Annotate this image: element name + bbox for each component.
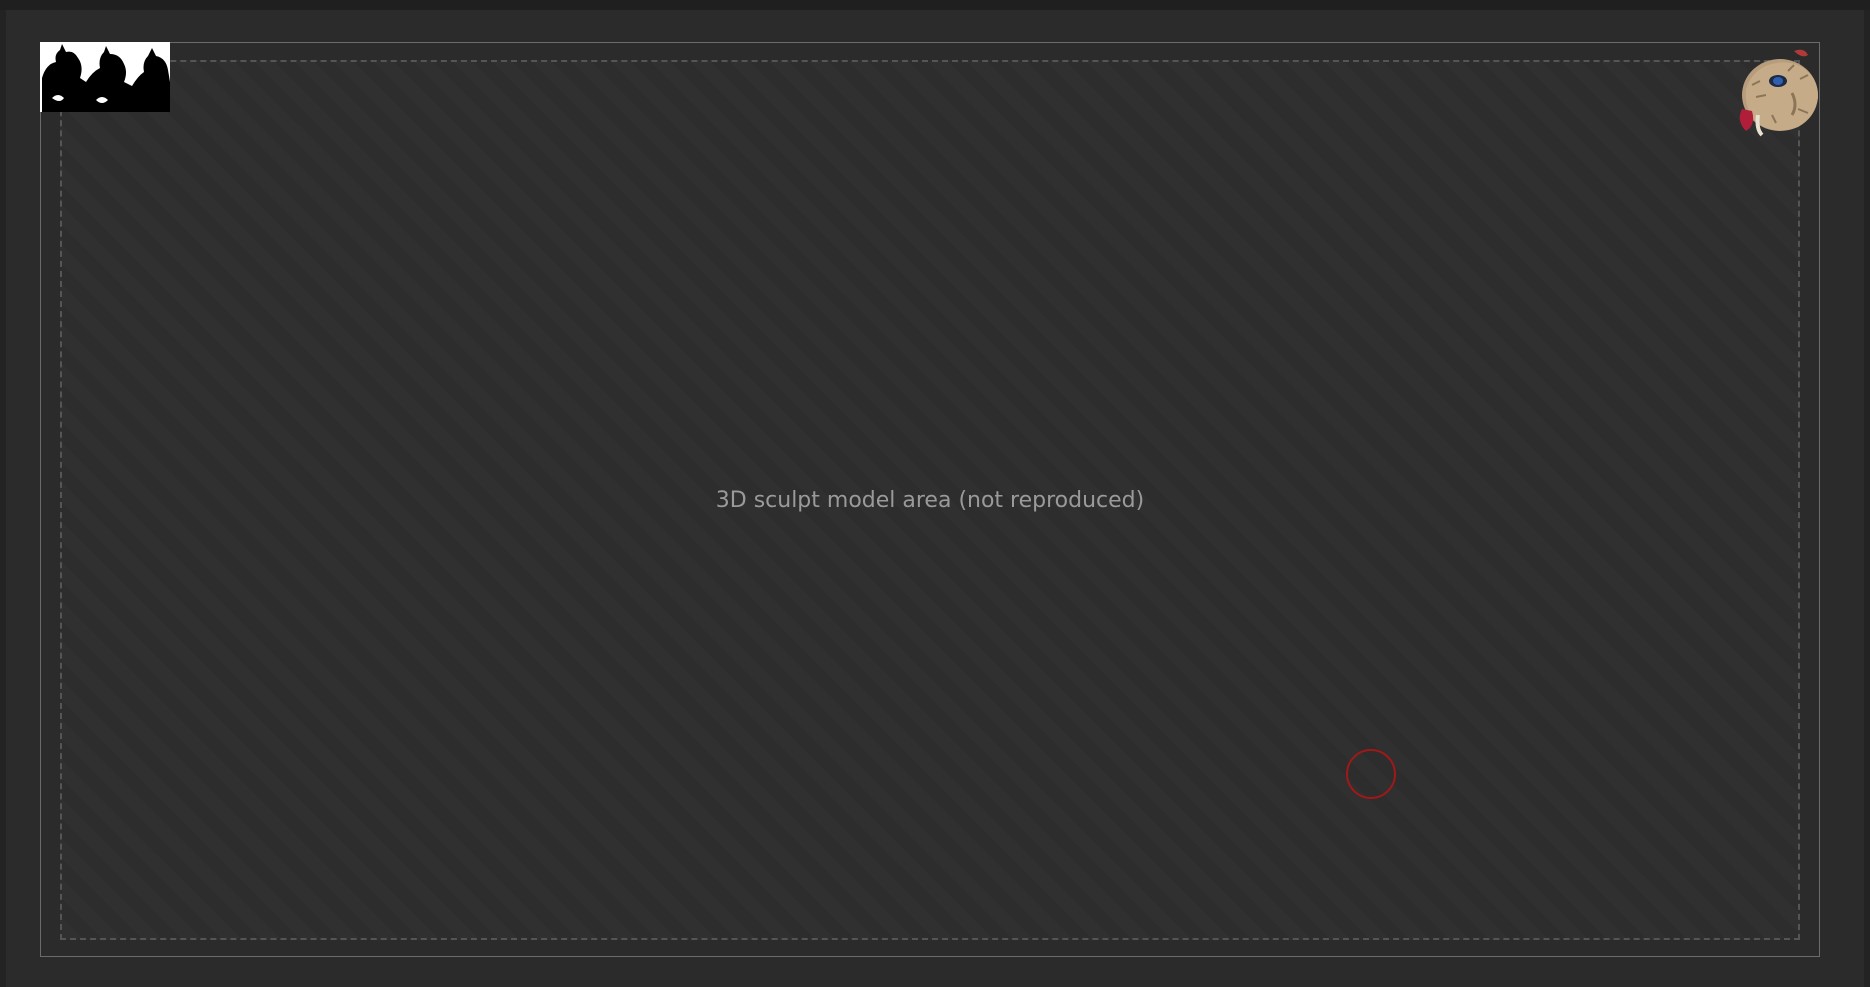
right-edge-bar: [1864, 10, 1870, 987]
top-edge-bar: [0, 0, 1870, 10]
brush-cursor-icon: [1346, 749, 1396, 799]
frame-guide: [40, 42, 1820, 957]
silhouette-thumbnail-icon[interactable]: [40, 42, 170, 112]
left-edge-bar: [0, 10, 6, 987]
boar-head-thumbnail-icon[interactable]: [1732, 45, 1824, 145]
viewport-canvas[interactable]: 3D sculpt model area (not reproduced): [0, 0, 1870, 987]
